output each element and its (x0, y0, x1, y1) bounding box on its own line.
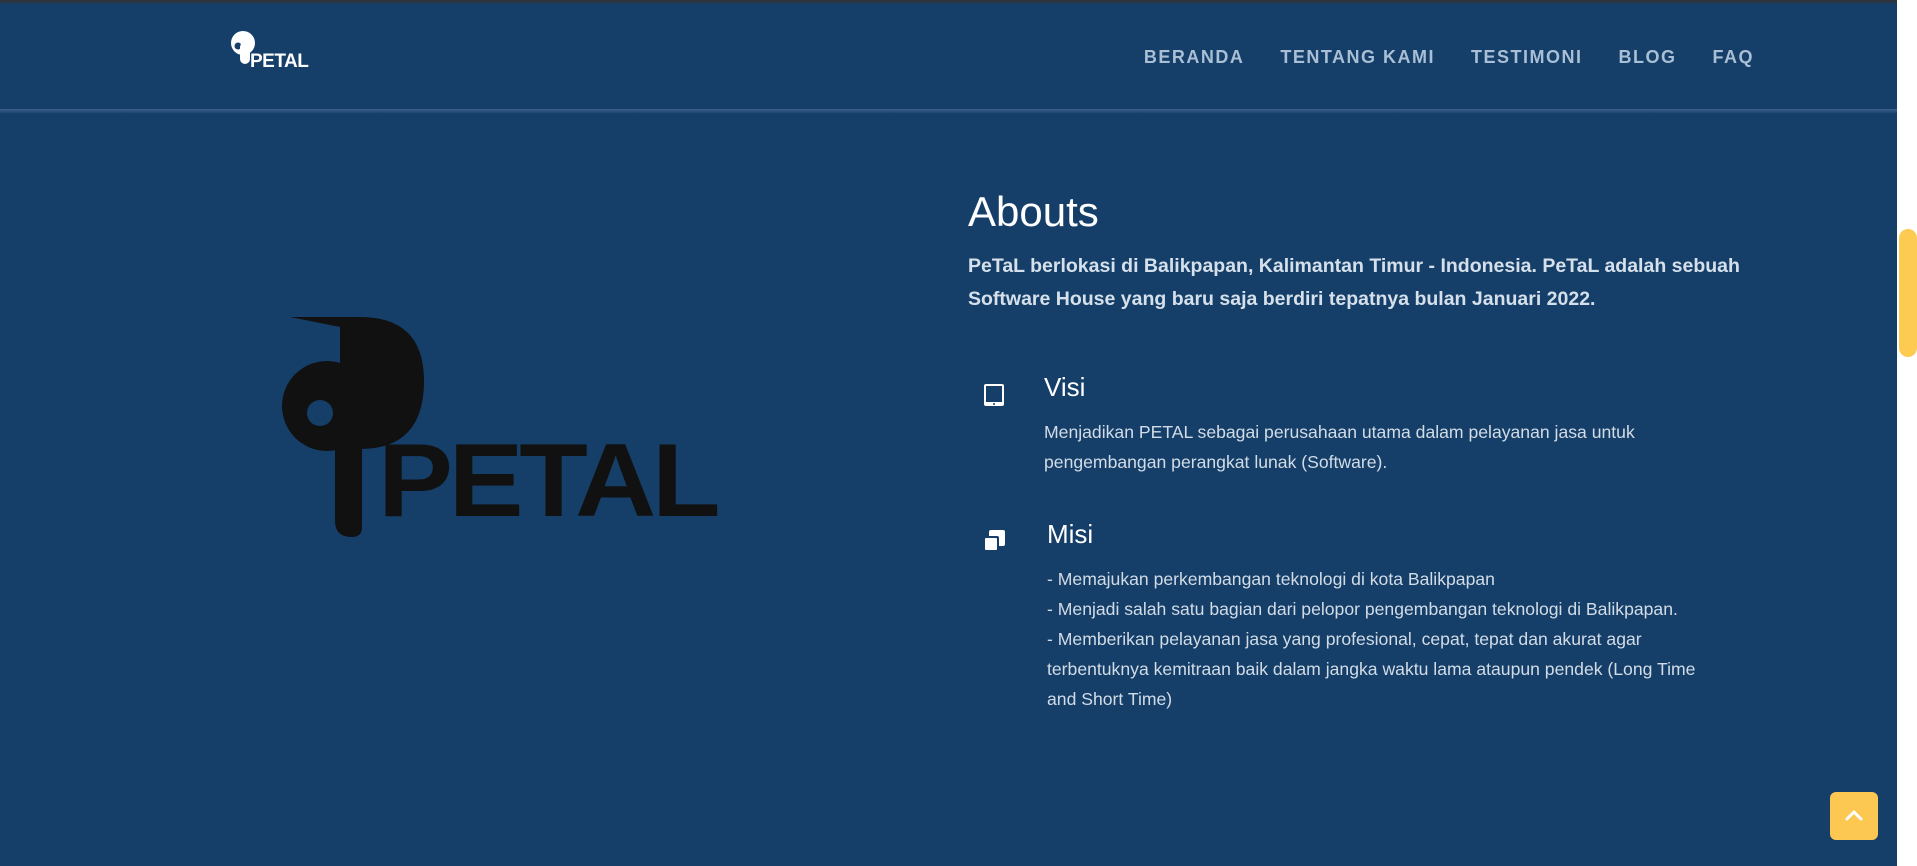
back-to-top-button[interactable] (1830, 792, 1878, 840)
tablet-icon (984, 384, 1004, 406)
nav-blog[interactable]: BLOG (1618, 47, 1676, 68)
intro-line-1: PeTaL berlokasi di Balikpapan, Kalimanta… (968, 255, 1740, 277)
misi-line-3: - Memberikan pelayanan jasa yang profesi… (1047, 629, 1642, 649)
visi-block: Visi Menjadikan PETAL sebagai perusahaan… (968, 370, 1768, 490)
intro-paragraph: PeTaL berlokasi di Balikpapan, Kalimanta… (968, 250, 1758, 316)
page-scrollbar[interactable] (1897, 0, 1917, 866)
visi-line-2: pengembangan perangkat lunak (Software). (1044, 452, 1388, 472)
visi-text: Menjadikan PETAL sebagai perusahaan utam… (1044, 417, 1724, 477)
brand-label: PETAL (250, 51, 309, 72)
nav-testimoni[interactable]: TESTIMONI (1471, 47, 1583, 68)
misi-title: Misi (1047, 519, 1094, 549)
copy-icon (983, 530, 1005, 552)
navbar: PETAL BERANDA TENTANG KAMI TESTIMONI BLO… (0, 3, 1897, 110)
brand-logo[interactable]: PETAL (228, 29, 309, 79)
visi-line-1: Menjadikan PETAL sebagai perusahaan utam… (1044, 422, 1635, 442)
intro-line-2: Software House yang baru saja berdiri te… (968, 288, 1596, 310)
nav-faq[interactable]: FAQ (1712, 47, 1754, 68)
misi-block: Misi - Memajukan perkembangan teknologi … (968, 517, 1768, 717)
misi-line-2: - Menjadi salah satu bagian dari pelopor… (1047, 599, 1678, 619)
main-navigation: BERANDA TENTANG KAMI TESTIMONI BLOG FAQ (1144, 47, 1754, 68)
misi-line-4: terbentuknya kemitraan baik dalam jangka… (1047, 659, 1696, 679)
section-title: Abouts (968, 188, 1099, 235)
nav-beranda[interactable]: BERANDA (1144, 47, 1245, 68)
header-divider (0, 109, 1897, 113)
chevron-up-icon (1845, 810, 1863, 821)
about-logo: PETAL (282, 317, 721, 537)
misi-line-5: and Short Time) (1047, 689, 1173, 709)
about-logo-text: PETAL (378, 423, 721, 539)
misi-text: - Memajukan perkembangan teknologi di ko… (1047, 564, 1767, 714)
scrollbar-thumb[interactable] (1899, 229, 1917, 357)
misi-line-1: - Memajukan perkembangan teknologi di ko… (1047, 569, 1495, 589)
about-content: Abouts PeTaL berlokasi di Balikpapan, Ka… (968, 184, 1758, 316)
visi-title: Visi (1044, 372, 1086, 402)
nav-tentang-kami[interactable]: TENTANG KAMI (1280, 47, 1435, 68)
